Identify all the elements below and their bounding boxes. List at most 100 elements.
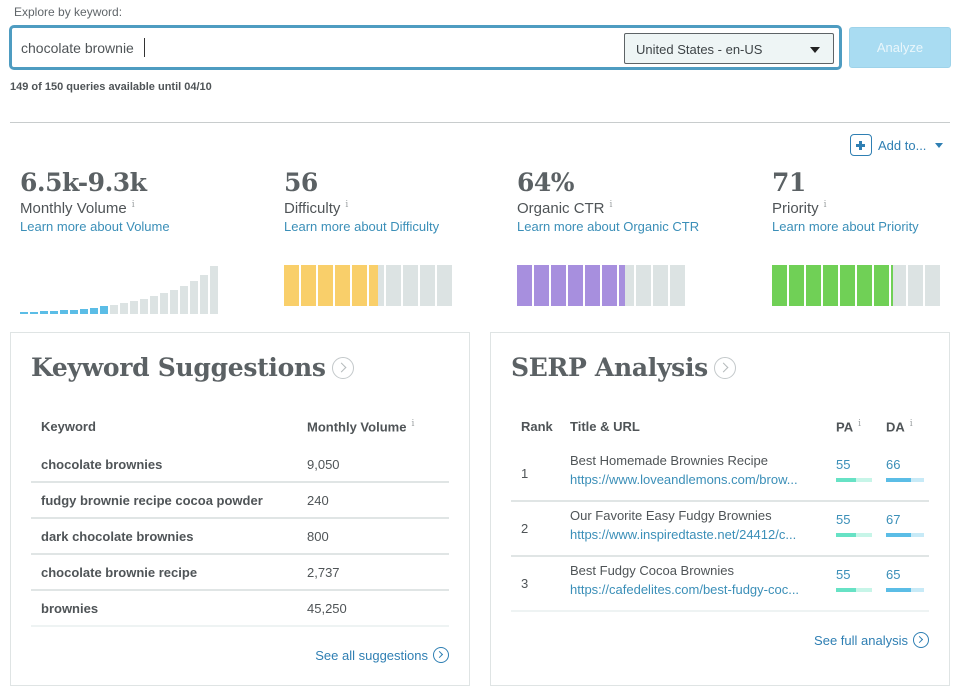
score-segment <box>335 265 350 306</box>
volume-cell: 45,250 <box>307 601 347 616</box>
score-segment <box>517 265 532 306</box>
column-header-rank: Rank <box>521 419 553 434</box>
locale-select[interactable]: United States - en-US <box>624 33 834 64</box>
see-full-text: See full analysis <box>814 632 908 648</box>
score-segment-fill <box>619 265 625 306</box>
da-bar-fill <box>886 478 912 482</box>
metric-value: 6.5k-9.3k <box>20 168 147 197</box>
score-segment <box>301 265 316 306</box>
metric-value: 64% <box>517 168 575 197</box>
add-to-button[interactable]: Add to... <box>850 133 944 157</box>
column-header-text: Monthly Volume <box>307 419 407 435</box>
learn-more-link[interactable]: Learn more about Volume <box>20 219 170 234</box>
metric-value: 56 <box>284 168 318 197</box>
chevron-right-circle-icon[interactable] <box>713 356 736 379</box>
score-segment <box>636 265 651 306</box>
pa-bar <box>836 533 872 537</box>
keyword-suggestions-title[interactable]: Keyword Suggestions <box>31 353 354 382</box>
metric-value: 71 <box>772 168 806 197</box>
panel-title-text: Keyword Suggestions <box>31 353 326 382</box>
priority-score-bar <box>772 265 940 306</box>
keyword-cell: chocolate brownies <box>41 457 163 472</box>
result-title: Best Homemade Brownies Recipe <box>570 453 768 468</box>
score-segment <box>403 265 418 306</box>
score-segment-fill <box>352 265 367 306</box>
score-segment-fill <box>823 265 838 306</box>
serp-analysis-title[interactable]: SERP Analysis <box>511 353 736 382</box>
rank-cell: 2 <box>521 521 529 536</box>
score-segment <box>386 265 401 306</box>
column-header-title-url: Title & URL <box>570 419 640 434</box>
keyword-cell: chocolate brownie recipe <box>41 565 198 580</box>
info-icon[interactable]: i <box>824 200 827 210</box>
learn-more-link[interactable]: Learn more about Difficulty <box>284 219 439 234</box>
pa-value: 55 <box>836 567 851 582</box>
pa-value: 55 <box>836 512 851 527</box>
score-segment-fill <box>585 265 600 306</box>
score-segment <box>789 265 804 306</box>
score-segment <box>568 265 583 306</box>
metric-label: Organic CTR i <box>517 200 699 217</box>
plus-icon <box>850 134 872 156</box>
info-icon[interactable]: i <box>610 200 613 210</box>
volume-bar <box>90 308 98 314</box>
da-value: 67 <box>886 512 901 527</box>
result-url-link[interactable]: https://www.loveandlemons.com/brow... <box>570 472 798 487</box>
pa-value: 55 <box>836 457 851 472</box>
volume-bar <box>30 312 38 314</box>
pa-bar <box>836 478 872 482</box>
metric-label-text: Monthly Volume <box>20 200 127 217</box>
score-segment <box>840 265 855 306</box>
metric-label: Monthly Volume i <box>20 200 170 217</box>
table-row[interactable]: chocolate brownies 9,050 <box>31 447 449 483</box>
rank-cell: 3 <box>521 576 529 591</box>
panel-title-text: SERP Analysis <box>511 353 708 382</box>
score-segment <box>534 265 549 306</box>
result-url-link[interactable]: https://www.inspiredtaste.net/24412/c... <box>570 527 796 542</box>
score-segment-fill <box>857 265 872 306</box>
score-segment-fill <box>369 265 378 306</box>
da-bar <box>886 533 924 537</box>
table-row: 3 Best Fudgy Cocoa Brownies https://cafe… <box>511 557 929 612</box>
score-segment-fill <box>806 265 821 306</box>
volume-bar <box>210 266 218 314</box>
column-header-keyword: Keyword <box>41 419 96 434</box>
info-icon[interactable]: i <box>411 419 414 429</box>
learn-more-link[interactable]: Learn more about Priority <box>772 219 919 234</box>
chevron-right-circle-icon <box>433 647 449 663</box>
score-segment <box>437 265 452 306</box>
divider <box>10 122 950 123</box>
score-segment-fill <box>789 265 804 306</box>
volume-histogram <box>20 264 220 314</box>
volume-bar <box>60 310 68 314</box>
table-row[interactable]: dark chocolate brownies 800 <box>31 519 449 555</box>
score-segment <box>352 265 367 306</box>
score-segment <box>284 265 299 306</box>
see-all-suggestions-link[interactable]: See all suggestions <box>315 647 449 663</box>
info-icon[interactable]: i <box>345 200 348 210</box>
score-segment <box>891 265 906 306</box>
info-icon[interactable]: i <box>132 200 135 210</box>
chevron-right-circle-icon[interactable] <box>331 356 354 379</box>
result-url-link[interactable]: https://cafedelites.com/best-fudgy-coc..… <box>570 582 799 597</box>
see-full-analysis-link[interactable]: See full analysis <box>814 632 929 648</box>
metric-organic-ctr: 64% Organic CTR i Learn more about Organi… <box>517 168 699 234</box>
table-row[interactable]: chocolate brownie recipe 2,737 <box>31 555 449 591</box>
keyword-input[interactable] <box>21 38 581 58</box>
score-segment-fill <box>840 265 855 306</box>
info-icon[interactable]: i <box>910 419 913 429</box>
table-row[interactable]: brownies 45,250 <box>31 591 449 627</box>
score-segment <box>551 265 566 306</box>
info-icon[interactable]: i <box>858 419 861 429</box>
column-header-pa: PA i <box>836 419 861 434</box>
metric-difficulty: 56 Difficulty i Learn more about Difficul… <box>284 168 439 234</box>
metric-label: Priority i <box>772 200 919 217</box>
chevron-down-icon <box>810 47 820 53</box>
table-row[interactable]: fudgy brownie recipe cocoa powder 240 <box>31 483 449 519</box>
volume-bar <box>100 306 108 314</box>
score-segment <box>772 265 787 306</box>
learn-more-link[interactable]: Learn more about Organic CTR <box>517 219 699 234</box>
analyze-button[interactable]: Analyze <box>849 27 951 68</box>
score-segment-fill <box>517 265 532 306</box>
score-segment-fill <box>534 265 549 306</box>
